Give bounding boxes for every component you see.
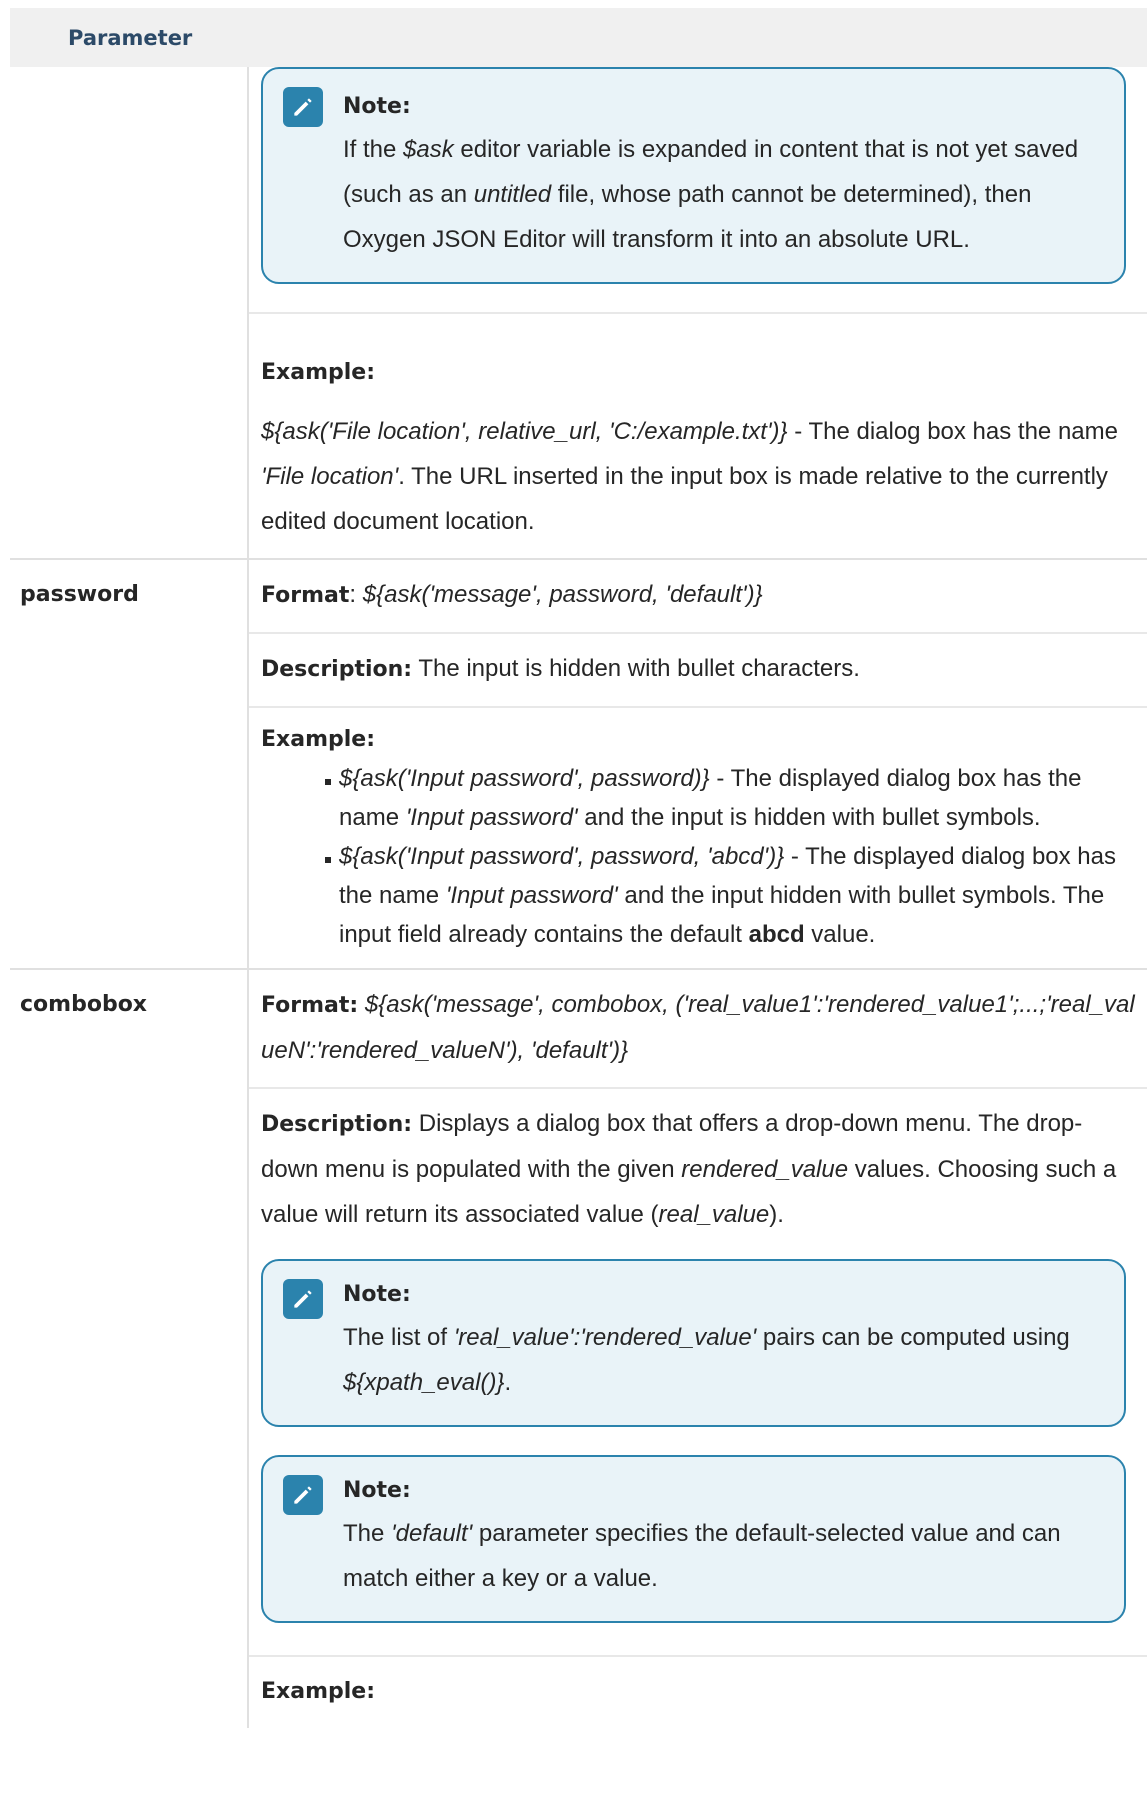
note-block: Note: If the $ask editor variable is exp… — [249, 67, 1147, 314]
format-label: Format: — [261, 993, 359, 1018]
example-list: ${ask('Input password', password)} - The… — [261, 759, 1136, 954]
table-row-relative-url: Note: If the $ask editor variable is exp… — [10, 67, 1147, 560]
document-page: Parameter Note: If the $ask editor varia… — [0, 0, 1147, 1817]
table-row-password: password Format: ${ask('message', passwo… — [10, 559, 1147, 970]
table-header-row: Parameter — [10, 8, 1147, 67]
description-label: Description: — [261, 657, 413, 682]
example-block: Example: ${ask('File location', relative… — [249, 314, 1147, 558]
param-desc-cell: Format: ${ask('message', combobox, ('rea… — [248, 969, 1147, 1728]
param-name-password: password — [10, 559, 249, 970]
param-desc-cell: Note: If the $ask editor variable is exp… — [248, 67, 1147, 560]
note-box: Note: The 'default' parameter specifies … — [261, 1455, 1126, 1623]
note-title: Note: — [343, 1478, 411, 1503]
format-block: Format: ${ask('message', combobox, ('rea… — [249, 970, 1147, 1089]
format-code: ${ask('message', password, 'default')} — [362, 581, 763, 608]
note-title: Note: — [343, 94, 411, 119]
example-block: Example: — [249, 1657, 1147, 1728]
description-block: Description: The input is hidden with bu… — [249, 634, 1147, 708]
pencil-icon — [283, 87, 323, 127]
note-text: The list of 'real_value':'rendered_value… — [343, 1324, 1070, 1396]
parameters-table: Parameter Note: If the $ask editor varia… — [10, 8, 1147, 1728]
example-label: Example: — [261, 727, 375, 752]
format-label: Format — [261, 583, 350, 608]
description-text: The input is hidden with bullet characte… — [412, 655, 860, 682]
note-text: The 'default' parameter specifies the de… — [343, 1520, 1061, 1592]
format-code: ${ask('message', combobox, ('real_value1… — [261, 991, 1135, 1064]
format-block: Format: ${ask('message', password, 'defa… — [249, 560, 1147, 634]
table-row-combobox: combobox Format: ${ask('message', combob… — [10, 969, 1147, 1728]
list-item: ${ask('Input password', password)} - The… — [325, 759, 1136, 837]
list-item: ${ask('Input password', password, 'abcd'… — [325, 837, 1136, 954]
note-box: Note: If the $ask editor variable is exp… — [261, 67, 1126, 284]
note-box: Note: The list of 'real_value':'rendered… — [261, 1259, 1126, 1427]
example-label: Example: — [261, 1679, 375, 1704]
example-block: Example: ${ask('Input password', passwor… — [249, 708, 1147, 968]
pencil-icon — [283, 1475, 323, 1515]
param-name-cell — [10, 67, 249, 560]
note-title: Note: — [343, 1282, 411, 1307]
description-text: Description: Displays a dialog box that … — [261, 1110, 1117, 1228]
pencil-icon — [283, 1279, 323, 1319]
parameter-column-header: Parameter — [10, 8, 1147, 67]
param-desc-cell: Format: ${ask('message', password, 'defa… — [248, 559, 1147, 970]
example-label: Example: — [261, 360, 375, 385]
param-name-combobox: combobox — [10, 969, 249, 1728]
description-block: Description: Displays a dialog box that … — [249, 1089, 1147, 1657]
example-text: ${ask('File location', relative_url, 'C:… — [261, 418, 1118, 535]
note-text: If the $ask editor variable is expanded … — [343, 136, 1079, 253]
